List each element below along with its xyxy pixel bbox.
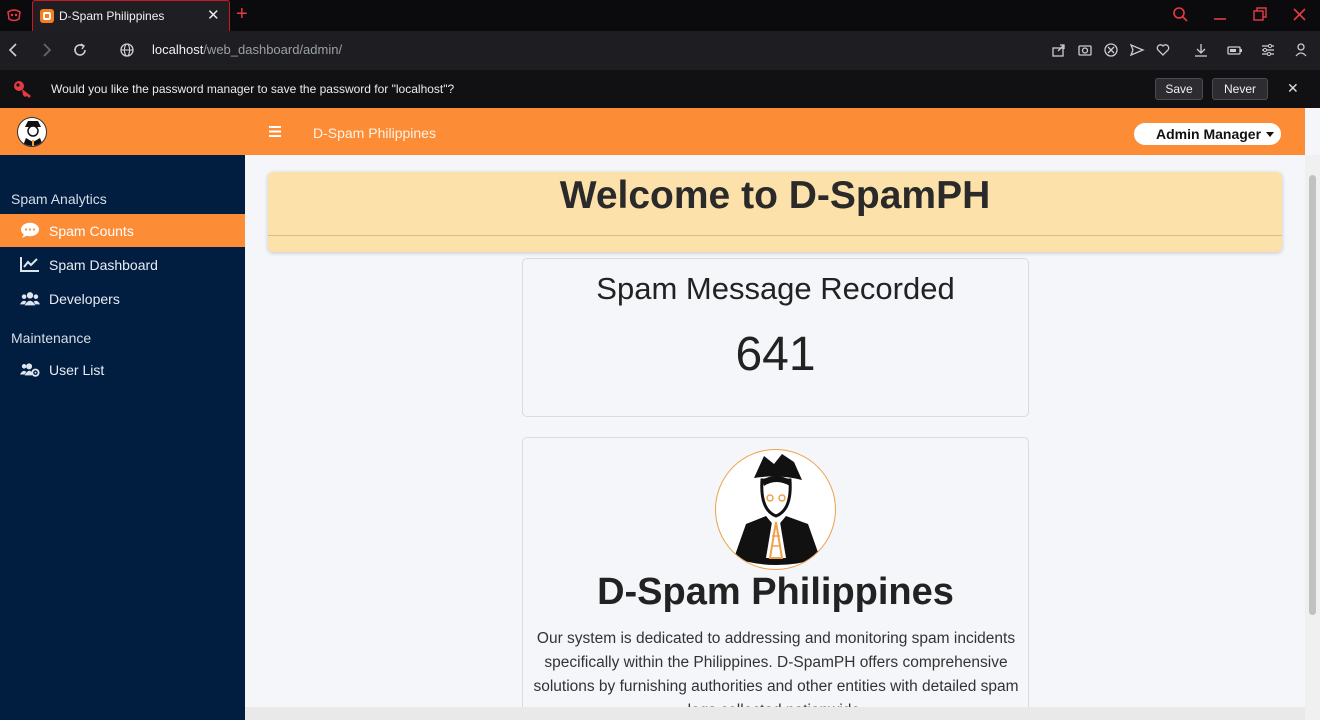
nav-header-maintenance: Maintenance — [11, 330, 92, 346]
address-host: localhost — [152, 42, 204, 57]
camera-icon[interactable] — [1077, 42, 1093, 58]
forward-icon[interactable] — [37, 41, 55, 59]
tab-close-icon[interactable]: ✕ — [207, 7, 220, 25]
sidebar: Spam Analytics Spam Counts Spam Dashboar… — [0, 108, 245, 720]
sidebar-item-label: User List — [49, 362, 105, 378]
easy-setup-icon[interactable] — [1260, 42, 1276, 58]
opera-gx-logo-icon[interactable] — [6, 8, 22, 22]
top-navbar: D-Spam Philippines Admin Manager — [245, 108, 1305, 155]
sidebar-item-user-list[interactable]: User List — [0, 353, 245, 386]
scrollbar-thumb[interactable] — [1309, 175, 1316, 615]
users-cog-icon — [20, 363, 40, 377]
about-title: D-Spam Philippines — [597, 571, 954, 613]
horizontal-scrollbar[interactable] — [245, 707, 1305, 720]
close-window-icon[interactable] — [1289, 5, 1311, 25]
user-name: Admin Manager — [1156, 126, 1262, 142]
never-save-button[interactable]: Never — [1212, 78, 1268, 100]
adblock-icon[interactable] — [1103, 42, 1119, 58]
send-icon[interactable] — [1129, 42, 1145, 58]
sidebar-item-spam-dashboard[interactable]: Spam Dashboard — [0, 248, 245, 281]
download-icon[interactable] — [1193, 42, 1209, 58]
infobar-close-icon[interactable]: ✕ — [1287, 80, 1299, 97]
sms-bubble-icon — [21, 222, 39, 238]
web-page: Spam Analytics Spam Counts Spam Dashboar… — [0, 108, 1320, 720]
caret-down-icon — [1266, 132, 1274, 137]
user-dropdown-button[interactable]: Admin Manager — [1134, 123, 1281, 145]
sidebar-brand[interactable] — [0, 108, 245, 155]
tab-title: D-Spam Philippines — [59, 9, 165, 23]
browser-tabstrip: D-Spam Philippines ✕ + — [0, 0, 1320, 31]
password-save-infobar: Would you like the password manager to s… — [0, 70, 1320, 108]
brand-logo — [17, 117, 47, 147]
stat-title: Spam Message Recorded — [596, 271, 955, 306]
sidebar-item-label: Spam Counts — [49, 223, 134, 239]
sidebar-item-developers[interactable]: Developers — [0, 282, 245, 315]
vertical-scrollbar[interactable] — [1305, 155, 1320, 720]
welcome-heading: Welcome to D-SpamPH — [559, 174, 991, 217]
browser-toolbar: localhost/web_dashboard/admin/ — [0, 31, 1320, 70]
address-bar[interactable]: localhost/web_dashboard/admin/ — [152, 42, 342, 57]
browser-tab[interactable]: D-Spam Philippines ✕ — [32, 0, 230, 31]
about-card: D-Spam Philippines Our system is dedicat… — [522, 437, 1029, 720]
stat-value: 641 — [735, 328, 816, 381]
search-tabs-icon[interactable] — [1170, 5, 1192, 25]
site-info-globe-icon[interactable] — [119, 42, 135, 58]
xampp-favicon-icon — [40, 9, 54, 23]
nav-header-spam-analytics: Spam Analytics — [11, 191, 107, 207]
minimize-icon[interactable] — [1209, 5, 1231, 25]
heart-icon[interactable] — [1155, 42, 1171, 58]
back-icon[interactable] — [5, 41, 23, 59]
chart-line-icon — [20, 257, 39, 272]
key-icon — [14, 81, 31, 98]
hamburger-menu-icon[interactable] — [269, 126, 281, 137]
save-password-button[interactable]: Save — [1155, 78, 1203, 100]
profile-icon[interactable] — [1293, 42, 1309, 58]
welcome-banner: Welcome to D-SpamPH — [268, 172, 1282, 252]
new-tab-icon[interactable]: + — [236, 3, 248, 25]
address-path: /web_dashboard/admin/ — [203, 42, 343, 57]
divider — [268, 235, 1282, 236]
password-prompt-text: Would you like the password manager to s… — [51, 82, 455, 96]
users-icon — [20, 292, 40, 306]
share-icon[interactable] — [1051, 42, 1067, 58]
spam-count-card: Spam Message Recorded 641 — [522, 258, 1029, 417]
navbar-title[interactable]: D-Spam Philippines — [313, 125, 436, 141]
sidebar-item-label: Spam Dashboard — [49, 257, 158, 273]
reload-icon[interactable] — [71, 41, 89, 59]
sidebar-item-label: Developers — [49, 291, 120, 307]
restore-icon[interactable] — [1249, 5, 1271, 25]
sidebar-item-spam-counts[interactable]: Spam Counts — [0, 214, 245, 247]
dspam-logo — [715, 449, 836, 570]
battery-saver-icon[interactable] — [1227, 42, 1243, 58]
